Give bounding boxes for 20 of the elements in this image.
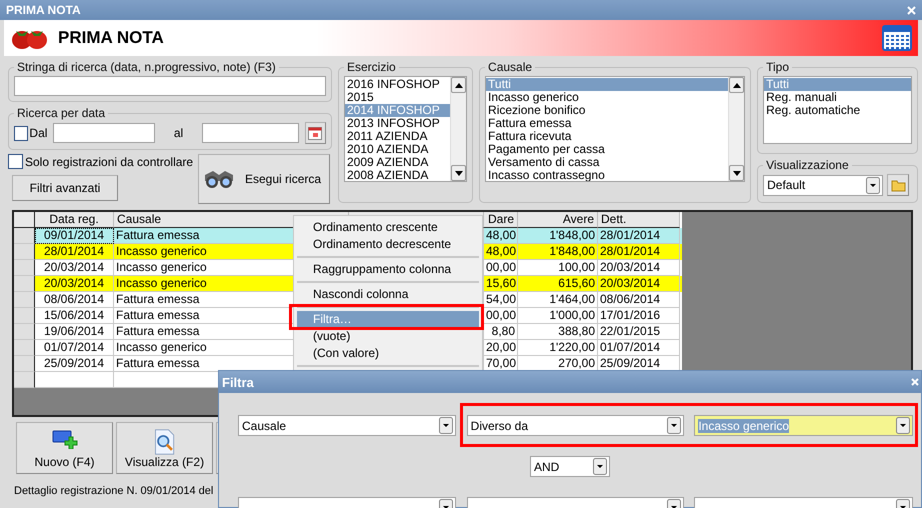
group-label: Esercizio — [346, 60, 397, 74]
checkbox-label: Solo registrazioni da controllare — [25, 154, 194, 168]
field-label: al — [174, 126, 184, 140]
dialog-title: Filtra — [222, 374, 254, 390]
group-label: Visualizzazione — [765, 158, 850, 172]
header-title: PRIMA NOTA — [58, 28, 165, 48]
group-label: Ricerca per data — [16, 106, 106, 120]
combo-value: Diverso da — [470, 418, 530, 432]
group-label: Causale — [487, 60, 534, 74]
button-label: Visualizza (F2) — [124, 455, 204, 469]
button-label: Nuovo (F4) — [34, 455, 95, 469]
combo-value: AND — [534, 460, 560, 474]
combo-value: Incasso generico — [698, 418, 790, 432]
combo-value: Causale — [242, 418, 288, 432]
group-label: Stringa di ricerca (data, n.progressivo, note) (F3) — [16, 60, 277, 74]
group-label: Tipo — [765, 60, 790, 74]
detail-label: Dettaglio registrazione N. 09/01/2014 del — [13, 484, 214, 497]
combo-value: Default — [767, 178, 806, 192]
checkbox-label: Dal — [29, 126, 48, 140]
window-title: PRIMA NOTA — [6, 3, 81, 17]
